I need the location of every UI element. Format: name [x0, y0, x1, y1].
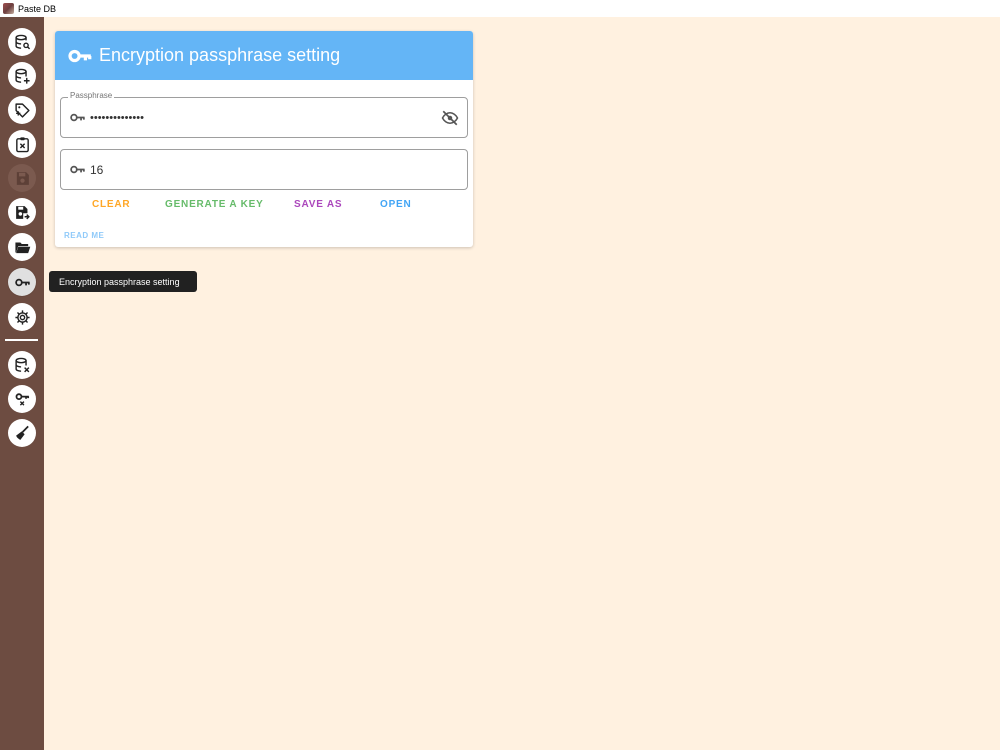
- sidebar: [0, 17, 44, 750]
- key-icon: [14, 278, 30, 286]
- save-as-icon: [15, 205, 30, 219]
- save-icon: [16, 171, 29, 185]
- add-db-button[interactable]: [8, 62, 36, 90]
- tooltip: Encryption passphrase setting: [49, 271, 197, 292]
- key-remove-icon: [15, 392, 29, 406]
- clean-button[interactable]: [8, 419, 36, 447]
- database-remove-icon: [14, 357, 29, 372]
- eye-off-icon[interactable]: [441, 109, 459, 127]
- clear-button[interactable]: CLEAR: [92, 199, 130, 210]
- card-title: Encryption passphrase setting: [99, 45, 341, 65]
- passphrase-value[interactable]: ••••••••••••••: [90, 112, 144, 124]
- open-button[interactable]: [8, 233, 36, 261]
- window-title: Paste DB: [18, 3, 57, 14]
- database-search-icon: [14, 34, 30, 49]
- open-action-button[interactable]: OPEN: [380, 199, 412, 210]
- remove-key-button[interactable]: [8, 385, 36, 413]
- remove-db-button[interactable]: [8, 351, 36, 379]
- key-length-value[interactable]: 16: [90, 163, 103, 177]
- folder-open-icon: [14, 242, 30, 253]
- encryption-card: Encryption passphrase setting Passphrase…: [55, 31, 473, 247]
- save-as-button[interactable]: [8, 198, 36, 226]
- key-length-field[interactable]: 16: [60, 149, 468, 190]
- key-icon: [69, 161, 86, 178]
- encryption-button[interactable]: [8, 268, 36, 296]
- app-logo-icon: [3, 3, 14, 14]
- key-icon: [68, 49, 92, 62]
- clipboard-remove-button[interactable]: [8, 130, 36, 158]
- save-as-action-button[interactable]: SAVE AS: [294, 199, 342, 210]
- database-plus-icon: [14, 68, 30, 84]
- passphrase-label: Passphrase: [68, 91, 115, 100]
- passphrase-field[interactable]: Passphrase ••••••••••••••: [60, 91, 468, 138]
- key-icon: [69, 109, 86, 126]
- clipboard-remove-icon: [15, 136, 29, 152]
- search-db-button[interactable]: [8, 28, 36, 56]
- generate-key-button[interactable]: GENERATE A KEY: [165, 199, 264, 210]
- settings-button[interactable]: [8, 303, 36, 331]
- add-tag-button[interactable]: [8, 96, 36, 124]
- gear-icon: [14, 309, 30, 325]
- card-header: Encryption passphrase setting: [55, 31, 473, 80]
- read-me-link[interactable]: READ ME: [64, 231, 104, 240]
- save-button[interactable]: [8, 164, 36, 192]
- card-actions: CLEAR GENERATE A KEY SAVE AS OPEN: [55, 199, 473, 217]
- tag-plus-icon: [14, 102, 30, 118]
- sidebar-divider: [5, 339, 38, 341]
- broom-icon: [15, 425, 29, 440]
- title-bar: Paste DB: [0, 0, 1000, 17]
